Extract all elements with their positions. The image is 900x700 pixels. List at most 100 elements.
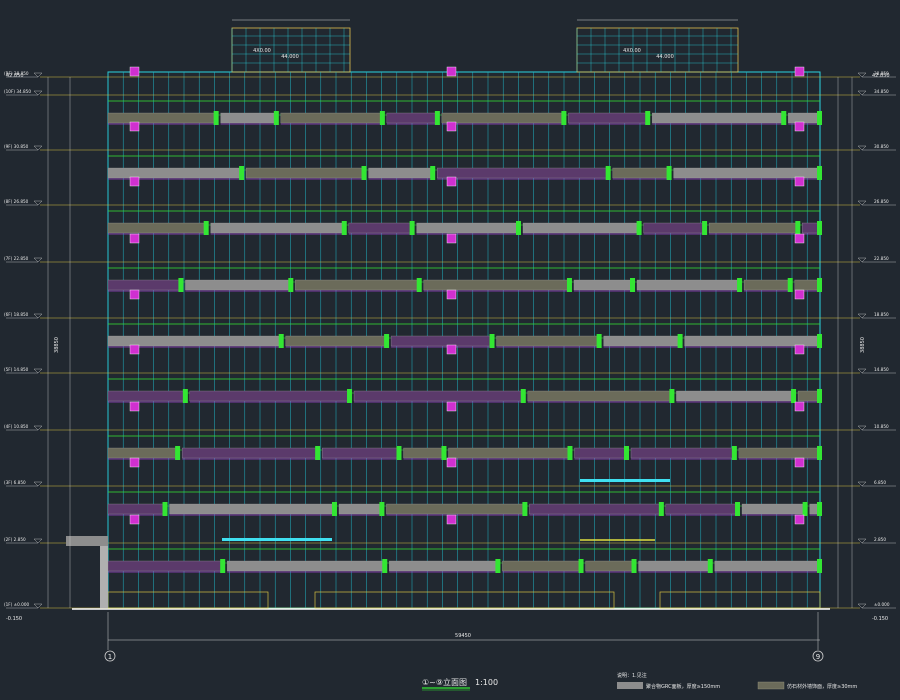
panel-joint <box>735 502 741 516</box>
floor-bands <box>107 66 822 573</box>
facade-panel <box>794 279 821 291</box>
window-marker <box>446 121 457 132</box>
facade-panel <box>386 112 439 124</box>
window-marker <box>129 233 140 244</box>
roof-box-left-sub: 4X0.00 <box>253 48 271 54</box>
facade-panel <box>743 279 791 291</box>
left-level-arrow <box>33 72 43 78</box>
panel-joint <box>409 221 415 235</box>
podium-base <box>107 591 269 609</box>
facade-panel <box>441 112 565 124</box>
panel-joint <box>347 389 353 403</box>
panel-joint <box>341 221 347 235</box>
facade-panel <box>285 335 388 347</box>
panel-joint <box>379 111 385 125</box>
panel-joint <box>631 559 637 573</box>
left-level-arrow <box>33 145 43 151</box>
left-level-arrow <box>33 481 43 487</box>
right-level-arrow <box>857 538 867 544</box>
panel-joint <box>791 389 797 403</box>
panel-joint <box>677 334 683 348</box>
window-marker <box>129 401 140 412</box>
left-level-arrow <box>33 368 43 374</box>
panel-joint <box>787 278 793 292</box>
facade-panel <box>788 112 821 124</box>
left-level-arrow <box>33 257 43 263</box>
panel-joint <box>430 166 436 180</box>
window-marker <box>794 457 805 468</box>
panel-joint <box>596 334 602 348</box>
facade-panel <box>295 279 420 291</box>
panel-joint <box>578 559 584 573</box>
panel-joint <box>737 278 743 292</box>
drawing-title: ①~⑨立面图 <box>422 677 467 687</box>
left-level-label: (8F) 26.850 <box>4 199 29 204</box>
legend-swatch-stone <box>757 681 785 690</box>
panel-joint <box>795 221 801 235</box>
panel-joint <box>175 446 181 460</box>
panel-joint <box>702 221 708 235</box>
panel-joint <box>817 111 822 125</box>
right-level-label: 30.850 <box>874 144 889 149</box>
facade-panel <box>107 167 243 179</box>
facade-panel <box>416 222 520 234</box>
facade-panel <box>169 503 336 515</box>
right-level-label: ±0.000 <box>874 602 890 607</box>
roof-box-left-dim: 44.000 <box>281 54 299 60</box>
facade-panel <box>738 447 821 459</box>
window-marker <box>794 289 805 300</box>
facade-panel <box>636 279 741 291</box>
panel-joint <box>162 502 168 516</box>
left-level-arrow <box>33 200 43 206</box>
drawing-title-block: ①~⑨立面图 1:100 <box>422 677 498 691</box>
right-level-arrow <box>857 368 867 374</box>
panel-joint <box>441 446 447 460</box>
facade-panel <box>527 390 673 402</box>
right-level-label: 34.850 <box>874 89 889 94</box>
panel-joint <box>239 166 245 180</box>
facade-panel <box>353 390 524 402</box>
panel-joint <box>566 278 572 292</box>
ground-level-left: -0.150 <box>6 616 22 622</box>
overall-width-dim: 59450 <box>455 633 471 639</box>
right-level-arrow <box>857 200 867 206</box>
roof-box-right-dim: 44.000 <box>656 54 674 60</box>
panel-joint <box>605 166 611 180</box>
roof-box-frame <box>576 27 739 73</box>
window-marker <box>446 176 457 187</box>
facade-panel <box>448 447 571 459</box>
left-level-label: (6F) 18.850 <box>4 312 29 317</box>
axis-label-9: 9 <box>816 653 820 661</box>
left-level-label: (9F) 30.850 <box>4 144 29 149</box>
panel-joint <box>817 278 822 292</box>
panel-joint <box>520 389 526 403</box>
panel-joint <box>379 502 385 516</box>
panel-joint <box>489 334 495 348</box>
panel-joint <box>273 111 279 125</box>
window-marker <box>794 233 805 244</box>
facade-panel <box>652 112 785 124</box>
facade-panel <box>529 503 662 515</box>
legend: 说明：1.见注 聚合物GRC面板，厚度≥150mm 仿石材外墙饰面，厚度≥30m… <box>617 672 857 690</box>
facade-panel <box>568 112 649 124</box>
panel-joint <box>522 502 528 516</box>
facade-panel <box>403 447 445 459</box>
facade-panel <box>107 447 179 459</box>
left-level-arrow <box>33 90 43 96</box>
facade-panel <box>573 279 634 291</box>
panel-joint <box>203 221 209 235</box>
panel-joint <box>817 389 822 403</box>
facade-panel <box>107 112 217 124</box>
window-marker <box>794 176 805 187</box>
facade-panel <box>107 222 207 234</box>
panel-joint <box>331 502 337 516</box>
facade-panel <box>643 222 706 234</box>
panel-joint <box>278 334 284 348</box>
panel-joint <box>382 559 388 573</box>
panel-joint <box>182 389 188 403</box>
panel-joint <box>495 559 501 573</box>
right-level-arrow <box>857 145 867 151</box>
facade-panel <box>386 503 526 515</box>
facade-panel <box>741 503 806 515</box>
panel-joint <box>516 221 522 235</box>
